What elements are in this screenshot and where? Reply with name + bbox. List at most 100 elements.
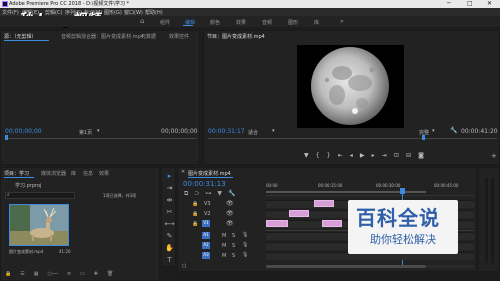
selection-tool-icon[interactable]: ▸ [164,172,175,180]
program-mark-out-icon[interactable]: } [327,152,331,160]
source-patch-v1[interactable]: V1 [202,220,210,227]
add-marker-timeline-icon[interactable]: ▼ [217,190,222,198]
source-timecode-current[interactable]: 00;00;00;00 [5,128,42,135]
menu-window[interactable]: 窗口(W) [124,9,143,16]
lock-icon[interactable]: 🔒 [5,271,11,278]
program-timecode-current[interactable]: 00:00:31:17 [208,128,245,135]
tab-libraries[interactable]: 库 [71,170,76,177]
track-label-v3[interactable]: V3 [204,201,211,207]
source-page-select[interactable]: 第1页 [79,129,92,136]
program-add-button-icon[interactable]: + [491,152,497,160]
close-button[interactable]: ✕ [487,0,492,8]
program-fit-select[interactable]: 适合 [248,129,258,136]
timeline-clip[interactable] [322,220,342,227]
project-search-field[interactable] [5,192,75,199]
menu-help[interactable]: 帮助(H) [145,9,163,16]
new-item-icon[interactable]: ✚ [94,271,98,278]
lift-icon[interactable]: ⊡ [394,152,399,160]
source-playhead[interactable] [5,135,8,140]
timeline-close-icon[interactable]: ✕ [181,169,185,175]
tab-media-browser[interactable]: 媒体浏览器 [41,170,66,177]
program-go-to-out-icon[interactable]: ⇥ [382,152,387,160]
source-patch-a1[interactable]: A1 [202,232,210,239]
timeline-scroll-thumb[interactable] [266,265,426,268]
workspace-more-icon[interactable]: » [340,18,344,25]
program-quality-dropdown-icon[interactable]: ▾ [432,128,435,134]
tab-effect-controls[interactable]: 效果控件 [169,33,189,40]
eye-icon[interactable]: 👁 [226,200,234,207]
timeline-tab[interactable]: 图片变成素材.mp4 [188,170,231,177]
track-select-tool-icon[interactable]: ⇥ [164,184,175,192]
source-patch-a3[interactable]: A3 [202,252,210,259]
tab-project[interactable]: 项目：学习 [4,170,29,177]
lock-track-icon[interactable]: 🔒 [192,211,198,217]
solo-button[interactable]: S [232,243,235,249]
tab-metadata[interactable]: 元数据 [141,33,156,40]
hand-tool-icon[interactable]: ✋ [164,244,175,252]
icon-view-icon[interactable]: ▦ [34,271,39,278]
workspace-tab-color[interactable]: 颜色 [210,19,220,26]
timeline-clip[interactable] [314,200,334,207]
program-mark-in-icon[interactable]: { [316,152,320,160]
pen-tool-icon[interactable]: ✎ [164,232,175,240]
extract-icon[interactable]: ⊟ [406,152,411,160]
workspace-tab-audio[interactable]: 音频 [262,19,272,26]
timeline-scrollbar[interactable] [266,265,474,268]
program-scrub-bar[interactable] [208,138,497,139]
home-icon[interactable]: ⌂ [140,17,144,25]
new-bin-icon[interactable]: ▭ [80,271,85,278]
maximize-button[interactable]: □ [467,0,473,8]
program-add-marker-icon[interactable]: ▼ [304,152,309,160]
program-playhead[interactable] [422,135,425,140]
wrench-icon[interactable]: 🔧 [450,127,457,134]
menu-file[interactable]: 文件(F) [2,9,19,16]
minimize-button[interactable]: ─ [447,0,451,8]
nest-icon[interactable]: ⧉ [184,190,188,198]
source-scrub-bar[interactable] [5,138,197,139]
track-label-v2[interactable]: V2 [204,211,211,217]
program-step-forward-icon[interactable]: ▸ [372,152,375,160]
tab-audio-clip-mixer[interactable]: 音频剪辑混合器：图片变成素材.mp4 [61,33,144,40]
tab-source[interactable]: 源：（无剪辑） [4,33,37,40]
menu-graphics[interactable]: 图形(G) [104,9,122,16]
timeline-clip[interactable] [289,210,309,217]
mic-icon[interactable]: 🎙 [242,252,248,258]
eye-icon[interactable]: 👁 [226,210,234,217]
trash-icon[interactable]: 🗑 [107,271,113,278]
workspace-tab-effects[interactable]: 效果 [236,19,246,26]
mute-button[interactable]: M [222,243,226,249]
media-thumbnail[interactable] [9,204,69,246]
tab-program[interactable]: 节目：图片变成素材.mp4 [207,33,265,40]
workspace-tab-assembly[interactable]: 组件 [160,19,170,26]
linked-selection-icon[interactable]: ⊶ [205,190,211,198]
timeline-settings-icon[interactable]: 🔧 [228,190,235,198]
source-patch-a2[interactable]: A2 [202,242,210,249]
lock-track-icon[interactable]: 🔒 [192,221,198,227]
source-page-dropdown-icon[interactable]: ▾ [97,128,100,134]
zoom-slider-icon[interactable]: ○── [47,271,57,278]
scroll-handle-left-icon[interactable]: ○ [182,263,186,269]
mute-button[interactable]: M [222,253,226,259]
slip-tool-icon[interactable]: ⟷ [164,220,175,228]
program-camera-icon[interactable]: ◙ [418,152,424,160]
solo-button[interactable]: S [232,233,235,239]
program-step-back-icon[interactable]: ◂ [350,152,353,160]
program-play-icon[interactable]: ▶ [360,152,365,160]
program-fit-dropdown-icon[interactable]: ▾ [272,128,275,134]
sort-icon[interactable]: ≡ [67,271,71,278]
mic-icon[interactable]: 🎙 [242,242,248,248]
workspace-tab-graphics[interactable]: 图形 [288,19,298,26]
tab-info[interactable]: 信息 [83,170,93,177]
tab-effects[interactable]: 效果 [99,170,109,177]
workspace-tab-libraries[interactable]: 库 [314,19,319,26]
eye-icon[interactable]: 👁 [226,220,234,227]
ripple-edit-tool-icon[interactable]: ⇹ [164,196,175,204]
timeline-timecode[interactable]: 00:00:31:13 [183,180,226,188]
solo-button[interactable]: S [232,253,235,259]
mic-icon[interactable]: 🎙 [242,232,248,238]
list-view-icon[interactable]: ☰ [20,271,24,278]
razor-tool-icon[interactable]: ✂ [164,208,175,216]
snap-icon[interactable]: ⊃ [194,190,199,198]
timeline-ruler[interactable]: 00:00 00:00:15:00 00:00:30:00 00:00:45:0… [266,182,474,196]
timeline-clip[interactable] [266,220,288,227]
